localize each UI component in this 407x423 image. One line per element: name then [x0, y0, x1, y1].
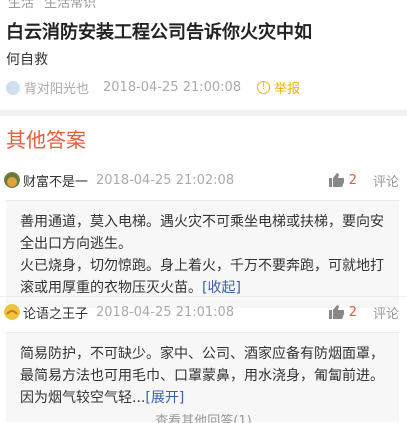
question-time: 2018-04-25 21:00:08	[103, 80, 242, 95]
divider	[0, 296, 407, 297]
answer-author[interactable]: 论语之王子	[23, 303, 88, 322]
like-count: 2	[348, 304, 357, 320]
user-avatar-icon	[6, 80, 20, 95]
answer-item: 财富不是一 2018-04-25 21:02:08 2 评论 善用通道，莫入电梯…	[0, 170, 407, 308]
question-author[interactable]: 背对阳光也	[24, 78, 89, 97]
question-meta: 背对阳光也 2018-04-25 21:00:08 ! 举报	[6, 78, 401, 97]
thumbs-up-icon	[328, 305, 344, 319]
report-label: 举报	[274, 82, 301, 97]
like-button[interactable]: 2	[328, 172, 357, 188]
question-block: 白云消防安装工程公司告诉你火灾中如 何自救 背对阳光也 2018-04-25 2…	[0, 20, 407, 97]
expand-link[interactable]: [展开]	[145, 390, 184, 406]
breadcrumb-item[interactable]: 生活	[8, 0, 34, 11]
comment-button[interactable]: 评论	[373, 303, 399, 322]
report-button[interactable]: ! 举报	[257, 78, 300, 97]
question-title-continued: 何自救	[6, 52, 48, 68]
collapse-link[interactable]: [收起]	[202, 280, 241, 296]
answer-time: 2018-04-25 21:01:08	[96, 304, 235, 320]
answer-body: 善用通道，莫入电梯。遇火灾不可乘坐电梯或扶梯，要向安全出口方向逃生。 火已烧身，…	[6, 200, 399, 308]
more-answers-link[interactable]: 查看其他回答(1)	[0, 410, 407, 423]
answer-body: 简易防护，不可缺少。家中、公司、酒家应备有防烟面罩，最简易方法也可用毛巾、口罩蒙…	[6, 332, 399, 422]
like-count: 2	[348, 172, 357, 188]
breadcrumb: 生活 生活常识	[0, 0, 407, 11]
warning-icon: !	[257, 81, 271, 94]
avatar-icon[interactable]	[4, 304, 20, 320]
section-divider	[0, 110, 407, 116]
answer-header: 财富不是一 2018-04-25 21:02:08 2 评论	[0, 170, 407, 190]
answer-time: 2018-04-25 21:02:08	[96, 172, 235, 188]
section-title: 其他答案	[6, 128, 86, 152]
answer-paragraph: 善用通道，莫入电梯。遇火灾不可乘坐电梯或扶梯，要向安全出口方向逃生。	[20, 214, 384, 252]
answer-paragraph: 简易防护，不可缺少。家中、公司、酒家应备有防烟面罩，最简易方法也可用毛巾、口罩蒙…	[20, 346, 384, 406]
answer-item: 论语之王子 2018-04-25 21:01:08 2 评论 简易防护，不可缺少…	[0, 302, 407, 422]
question-title: 白云消防安装工程公司告诉你火灾中如	[6, 22, 312, 43]
comment-button[interactable]: 评论	[373, 171, 399, 190]
like-button[interactable]: 2	[328, 304, 357, 320]
breadcrumb-item[interactable]: 生活常识	[44, 0, 96, 11]
answer-paragraph: 火已烧身，切勿惊跑。身上着火，千万不要奔跑，可就地打滚或用厚重的衣物压灭火苗。[…	[20, 258, 384, 296]
answer-author[interactable]: 财富不是一	[23, 171, 88, 190]
answer-header: 论语之王子 2018-04-25 21:01:08 2 评论	[0, 302, 407, 322]
avatar-icon[interactable]	[4, 172, 20, 188]
thumbs-up-icon	[328, 173, 344, 187]
